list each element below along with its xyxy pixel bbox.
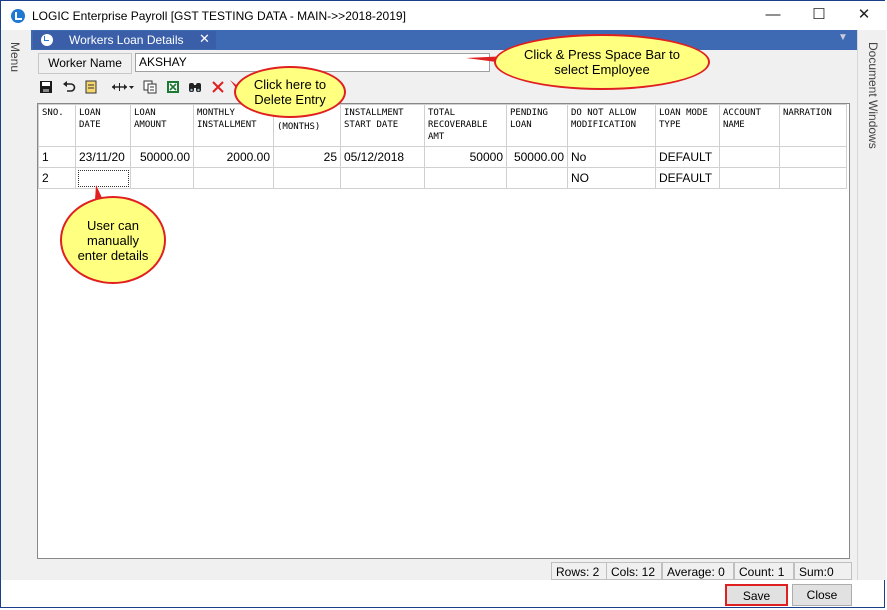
status-sum: Sum:0 [794,562,852,580]
cell-loan-amount[interactable] [130,167,194,189]
title-bar: LOGIC Enterprise Payroll [GST TESTING DA… [1,1,885,30]
status-cols: Cols: 12 [606,562,662,580]
col-header-loan-mode-type[interactable]: LOAN MODE TYPE [655,104,720,147]
col-header-narration[interactable]: NARRATION [779,104,847,147]
callout-manual-entry: User can manually enter details [60,196,166,284]
tab-close-icon[interactable]: ✕ [199,31,210,47]
cell-sno[interactable]: 2 [38,167,76,189]
table-row[interactable]: 2 NO DEFAULT [38,167,847,189]
cell-loan-date[interactable]: 23/11/20 [75,146,131,168]
undo-icon[interactable] [62,80,76,94]
cell-installment-start-date[interactable]: 05/12/2018 [340,146,425,168]
window-close-button[interactable]: ✕ [849,3,879,29]
col-header-sno[interactable]: SNO. [38,104,76,147]
header-row: SNO. LOAN DATE LOAN AMOUNT MONTHLY INSTA… [38,104,847,147]
col-header-total-recoverable-amt[interactable]: TOTAL RECOVERABLE AMT [424,104,507,147]
col-header-pending-loan[interactable]: PENDING LOAN [506,104,568,147]
col-header-do-not-allow-modification[interactable]: DO NOT ALLOW MODIFICATION [567,104,656,147]
cell-monthly-installment[interactable] [193,167,274,189]
cell-months[interactable]: 25 [273,146,341,168]
app-logo-icon [41,34,53,46]
minimize-button[interactable]: — [758,3,788,29]
tab-label: Workers Loan Details [69,33,184,47]
save-button[interactable]: Save [725,584,788,606]
close-button[interactable]: Close [792,584,852,606]
callout-delete-entry: Click here to Delete Entry [234,66,346,118]
callout-select-employee-text: Click & Press Space Bar to select Employ… [523,47,681,77]
status-count: Count: 1 [734,562,794,580]
cell-pending-loan[interactable]: 50000.00 [506,146,568,168]
save-icon[interactable] [39,80,53,94]
cell-narration[interactable] [779,167,847,189]
status-average: Average: 0 [662,562,734,580]
cell-account-name[interactable] [719,146,780,168]
callout-delete-entry-text: Click here to Delete Entry [253,77,327,107]
copy-icon[interactable] [143,80,157,94]
col-header-loan-date[interactable]: LOAN DATE [75,104,131,147]
cell-do-not-allow-modification[interactable]: No [567,146,656,168]
worker-name-label: Worker Name [38,53,132,74]
cell-installment-start-date[interactable] [340,167,425,189]
cell-narration[interactable] [779,146,847,168]
cell-monthly-installment[interactable]: 2000.00 [193,146,274,168]
cell-total-recoverable-amt[interactable]: 50000 [424,146,507,168]
callout-manual-entry-text: User can manually enter details [77,217,149,263]
loan-table: SNO. LOAN DATE LOAN AMOUNT MONTHLY INSTA… [38,104,847,189]
tab-workers-loan-details[interactable]: Workers Loan Details ✕ [33,31,216,49]
cell-loan-mode-type[interactable]: DEFAULT [655,146,720,168]
window-title: LOGIC Enterprise Payroll [GST TESTING DA… [32,9,406,23]
menu-label[interactable]: Menu [8,42,22,72]
cell-total-recoverable-amt[interactable] [424,167,507,189]
cell-sno[interactable]: 1 [38,146,76,168]
excel-icon[interactable] [166,80,180,94]
cell-do-not-allow-modification[interactable]: NO [567,167,656,189]
menu-panel[interactable] [1,30,32,580]
col-header-account-name[interactable]: ACCOUNT NAME [719,104,780,147]
resize-columns-icon[interactable] [111,80,135,94]
loan-grid[interactable]: SNO. LOAN DATE LOAN AMOUNT MONTHLY INSTA… [37,103,850,559]
cell-account-name[interactable] [719,167,780,189]
tab-dropdown-icon[interactable]: ▼ [838,32,848,43]
cell-months[interactable] [273,167,341,189]
cell-pending-loan[interactable] [506,167,568,189]
notes-icon[interactable] [84,80,98,94]
col-header-installment-start-date[interactable]: INSTALLMENT START DATE [340,104,425,147]
table-row[interactable]: 1 23/11/20 50000.00 2000.00 25 05/12/201… [38,146,847,168]
delete-icon[interactable] [211,80,225,94]
cell-loan-date-active[interactable] [75,167,131,189]
document-windows-label[interactable]: Document Windows [866,42,880,149]
toolbar [37,76,851,98]
app-logo-icon [11,9,25,23]
callout-select-employee: Click & Press Space Bar to select Employ… [494,34,710,90]
col-header-loan-amount[interactable]: LOAN AMOUNT [130,104,194,147]
maximize-button[interactable]: ☐ [804,3,834,29]
cell-loan-mode-type[interactable]: DEFAULT [655,167,720,189]
find-icon[interactable] [188,80,202,94]
cell-loan-amount[interactable]: 50000.00 [130,146,194,168]
